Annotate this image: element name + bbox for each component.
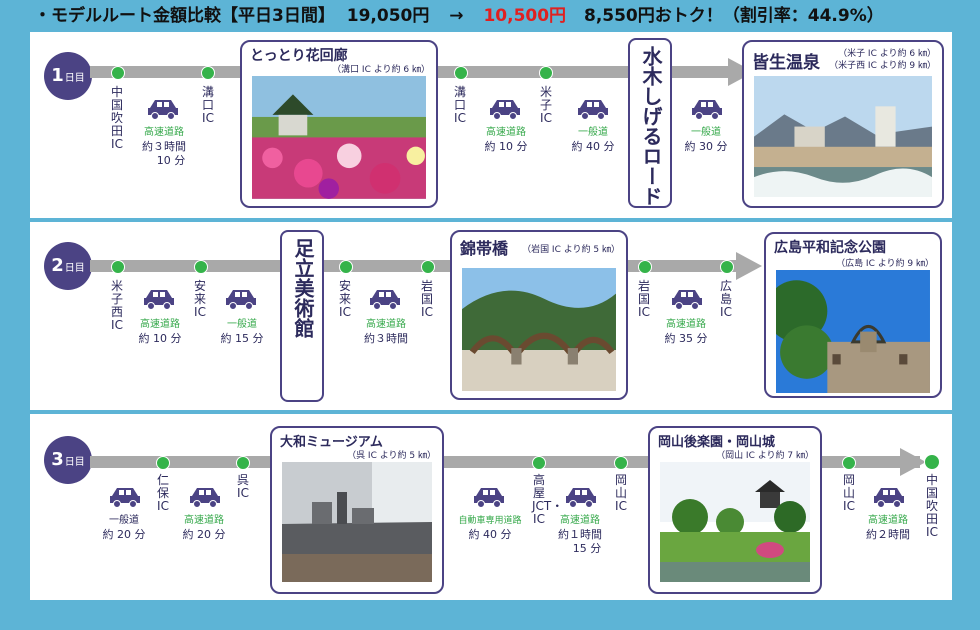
route-dot — [454, 66, 468, 80]
spot-title: 皆生温泉 — [752, 53, 820, 73]
leg-info: 高速道路 約３時間 — [364, 319, 408, 345]
route-dot — [614, 456, 628, 470]
route-dot-goal — [924, 454, 940, 470]
route-arrow-icon — [900, 448, 926, 476]
normal-price: 19,050円 — [346, 6, 430, 26]
spot-distance: （米子西 IC より約 9 ㎞） — [829, 61, 936, 71]
ic-label: 岡山IC — [614, 473, 627, 513]
spot-mizuki-shigeru-road: 水木しげるロード — [628, 38, 672, 208]
frame-bottom — [0, 600, 980, 630]
spot-yamato-museum: 大和ミュージアム （呉 IC より約 5 ㎞） — [270, 426, 444, 594]
arrow-icon: → — [449, 6, 464, 26]
route-dot — [539, 66, 553, 80]
car-icon — [110, 488, 140, 508]
leg-info: 高速道路約 10 分 — [138, 319, 182, 345]
ic-label: 岩国IC — [420, 279, 433, 319]
car-icon — [672, 290, 702, 310]
leg-info: 一般道約 30 分 — [684, 127, 728, 153]
ic-label: 安来IC — [338, 279, 351, 319]
spot-distance: （呉 IC より約 5 ㎞） — [347, 451, 436, 461]
spot-distance: （岩国 IC より約 5 ㎞） — [522, 245, 620, 255]
korakuen-garden-photo — [660, 462, 810, 582]
discount-price: 10,500円 — [483, 6, 567, 26]
leg-info: 高速道路約 20 分 — [182, 515, 226, 541]
ic-label: 溝口IC — [453, 85, 466, 125]
leg-info: 高速道路 約１時間 15 分 — [558, 515, 602, 555]
spot-distance: （広島 IC より約 9 ㎞） — [836, 259, 934, 269]
route-dot — [236, 456, 250, 470]
spot-title: 錦帯橋 — [460, 239, 509, 258]
spot-kintaikyo-bridge: 錦帯橋 （岩国 IC より約 5 ㎞） — [450, 230, 628, 400]
day3-badge: 3日目 — [44, 436, 92, 484]
battleship-model-photo — [282, 462, 432, 582]
ic-label: 岩国IC — [637, 279, 650, 319]
ic-label: 安来IC — [193, 279, 206, 319]
car-icon — [226, 290, 256, 310]
leg-info: 一般道約 15 分 — [220, 319, 264, 345]
leg-info: 一般道約 40 分 — [571, 127, 615, 153]
car-icon — [578, 100, 608, 120]
spot-distance: （溝口 IC より約 6 ㎞） — [332, 65, 430, 75]
route-dot — [201, 66, 215, 80]
kintai-bridge-photo — [462, 268, 616, 392]
day2-panel: 2日目 米子西IC 高速道路約 10 分 安来IC 一般道約 15 分 足立美術… — [30, 222, 952, 410]
ic-label: 溝口IC — [201, 85, 214, 125]
car-icon — [474, 488, 504, 508]
leg-info: 一般道約 20 分 — [102, 515, 146, 541]
spot-title: 広島平和記念公園 — [774, 240, 886, 256]
ic-label: 中国吹田IC — [110, 85, 123, 151]
ic-label: 広島IC — [719, 279, 732, 319]
route-dot — [638, 260, 652, 274]
spot-title: 水木しげるロード — [639, 46, 663, 206]
spot-adachi-museum: 足立美術館 — [280, 230, 324, 402]
ic-label: 呉IC — [236, 473, 249, 500]
ic-label: 中国吹田IC — [925, 473, 938, 539]
day2-badge: 2日目 — [44, 242, 92, 290]
route-dot — [194, 260, 208, 274]
car-icon — [144, 290, 174, 310]
ic-label: 高屋JCT・IC — [532, 473, 564, 526]
spot-okayama-korakuen: 岡山後楽園・岡山城 （岡山 IC より約 7 ㎞） — [648, 426, 822, 594]
route-dot — [720, 260, 734, 274]
route-dot — [842, 456, 856, 470]
route-arrow-icon — [736, 252, 762, 280]
ic-label: 米子西IC — [110, 279, 123, 332]
spot-distance: （岡山 IC より約 7 ㎞） — [716, 451, 814, 461]
route-dot — [532, 456, 546, 470]
day1-panel: 1日目 中国吹田IC 高速道路 約３時間 10 分 溝口IC とっとり花回廊 （溝口… — [30, 32, 952, 218]
spot-hiroshima-peace-park: 広島平和記念公園 （広島 IC より約 9 ㎞） — [764, 232, 942, 398]
spot-kaike-onsen: 皆生温泉 （米子 IC より約 6 ㎞） （米子西 IC より約 9 ㎞） — [742, 40, 944, 208]
route-dot — [421, 260, 435, 274]
price-comparison-header: ・モデルルート金額比較【平日3日間】 19,050円 → 10,500円 8,5… — [0, 0, 980, 32]
leg-info: 高速道路 約２時間 — [866, 515, 910, 541]
car-icon — [490, 100, 520, 120]
leg-info: 高速道路約 35 分 — [664, 319, 708, 345]
day3-panel: 3日目 一般道約 20 分 仁保IC 高速道路約 20 分 呉IC 大和ミュージ… — [30, 414, 952, 600]
leg-info: 自動車専用道路約 40 分 — [458, 516, 522, 541]
ic-label: 米子IC — [539, 85, 552, 125]
ic-label: 仁保IC — [156, 473, 169, 513]
route-dot — [339, 260, 353, 274]
atomic-dome-photo — [776, 270, 930, 394]
leg-info: 高速道路 約３時間 10 分 — [142, 127, 186, 167]
header-prefix: ・モデルルート金額比較【平日3日間】 — [34, 6, 335, 26]
route-dot — [111, 260, 125, 274]
hot-spring-coast-photo — [754, 76, 932, 198]
savings-text: 8,550円おトク！（割引率：44.9%） — [583, 6, 884, 26]
flower-garden-photo — [252, 76, 426, 199]
car-icon — [190, 488, 220, 508]
car-icon — [692, 100, 722, 120]
ic-label: 岡山IC — [842, 473, 855, 513]
car-icon — [148, 100, 178, 120]
spot-tottori-flower-park: とっとり花回廊 （溝口 IC より約 6 ㎞） — [240, 40, 438, 208]
day1-badge: 1日目 — [44, 52, 92, 100]
route-dot — [156, 456, 170, 470]
car-icon — [370, 290, 400, 310]
spot-title: 足立美術館 — [291, 238, 315, 338]
car-icon — [874, 488, 904, 508]
car-icon — [566, 488, 596, 508]
route-dot — [111, 66, 125, 80]
leg-info: 高速道路約 10 分 — [484, 127, 528, 153]
